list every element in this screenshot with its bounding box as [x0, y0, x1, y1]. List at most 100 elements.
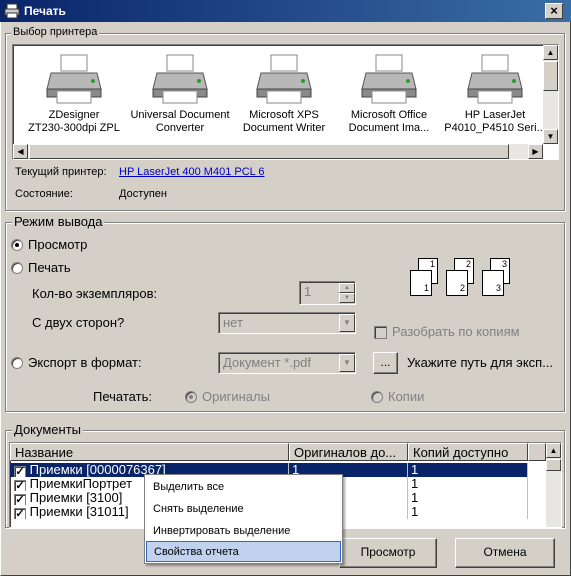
duplex-select[interactable]: нет	[218, 312, 356, 334]
copies-option-radio[interactable]	[371, 391, 383, 403]
printer-icon	[4, 3, 20, 19]
title-bar: Печать ×	[0, 0, 571, 22]
close-icon: ×	[550, 3, 558, 18]
copies-cell: 1	[408, 505, 528, 519]
arrow-up-icon: ▲	[549, 446, 558, 455]
documents-scroll-thumb[interactable]	[546, 459, 561, 471]
state-label: Состояние:	[15, 188, 73, 200]
printer-name-line1: HP LaserJet	[464, 109, 526, 121]
close-button[interactable]: ×	[545, 3, 563, 19]
collate-checkbox[interactable]	[374, 326, 387, 339]
output-mode-title: Режим вывода	[12, 214, 105, 229]
collate-page-front: 3	[482, 270, 504, 296]
document-name: Приемки [31011]	[29, 505, 129, 519]
arrow-up-icon: ▲	[546, 48, 555, 57]
row-checkbox[interactable]: ✓	[14, 480, 26, 491]
print-radio[interactable]	[11, 262, 23, 274]
copies-cell: 1	[408, 477, 528, 491]
vertical-scroll-thumb[interactable]	[543, 61, 558, 91]
copies-cell: 1	[408, 491, 528, 505]
current-printer-link[interactable]: HP LaserJet 400 M401 PCL 6	[119, 166, 265, 178]
preview-button[interactable]: Просмотр	[339, 538, 437, 568]
printer-name-line2: Converter	[155, 122, 205, 134]
copies-label: Кол-во экземпляров:	[32, 286, 158, 301]
column-header-originals[interactable]: Оригиналов до...	[289, 443, 408, 461]
arrow-down-icon: ▼	[546, 132, 555, 141]
context-menu: Выделить все Снять выделение Инвертирова…	[144, 474, 343, 564]
printer-name-line2: Document Writer	[242, 122, 326, 134]
collate-label: Разобрать по копиям	[392, 324, 520, 339]
print-what-label: Печатать:	[93, 389, 152, 404]
export-path-hint: Укажите путь для эксп...	[407, 355, 554, 370]
column-header-filler	[528, 443, 546, 461]
collate-page-number: 1	[429, 259, 435, 269]
printer-group-title: Выбор принтера	[11, 26, 100, 38]
printer-name-line2: P4010_P4510 Seri...	[444, 122, 546, 134]
collate-page-number: 1	[423, 283, 429, 293]
export-format-dropdown-button[interactable]: ▼	[339, 354, 355, 372]
scroll-left-button[interactable]: ◀	[13, 144, 28, 159]
collate-page-front: 1	[410, 270, 432, 296]
collate-page-number: 3	[495, 283, 501, 293]
current-printer-label: Текущий принтер:	[15, 166, 107, 178]
export-format-select[interactable]: Документ *.pdf	[218, 352, 356, 374]
collate-page-number: 2	[465, 259, 471, 269]
state-value: Доступен	[119, 188, 168, 200]
originals-radio[interactable]	[185, 391, 197, 403]
printer-item[interactable]: Universal Document Converter	[126, 53, 234, 135]
scroll-down-button[interactable]: ▼	[543, 129, 558, 144]
printer-icon	[361, 54, 417, 104]
row-checkbox[interactable]: ✓	[14, 466, 26, 477]
preview-radio[interactable]	[11, 239, 23, 251]
chevron-down-icon: ▼	[343, 318, 351, 327]
chevron-down-icon: ▼	[343, 358, 351, 367]
arrow-right-icon: ▶	[532, 147, 539, 156]
printer-item[interactable]: HP LaserJet P4010_P4510 Seri...	[441, 53, 549, 135]
printer-item[interactable]: Microsoft Office Document Ima...	[335, 53, 443, 135]
collate-page-number: 3	[501, 259, 507, 269]
menu-item-deselect[interactable]: Снять выделение	[146, 499, 341, 520]
horizontal-scroll-thumb[interactable]	[29, 144, 509, 159]
export-radio[interactable]	[11, 357, 23, 369]
copies-down-button[interactable]: ▼	[339, 293, 355, 303]
duplex-dropdown-button[interactable]: ▼	[339, 314, 355, 332]
copies-up-button[interactable]: ▲	[339, 283, 355, 293]
copies-option-label: Копии	[388, 389, 425, 404]
printer-name-line1: ZDesigner	[48, 109, 100, 121]
print-radio-label[interactable]: Печать	[28, 260, 71, 275]
arrow-left-icon: ◀	[17, 147, 24, 156]
printer-name-line1: Universal Document	[130, 109, 230, 121]
menu-item-report-properties[interactable]: Свойства отчета	[146, 541, 341, 562]
cancel-button[interactable]: Отмена	[455, 538, 555, 568]
printer-item[interactable]: ZDesigner ZT230-300dpi ZPL	[20, 53, 128, 135]
collate-page-front: 2	[446, 270, 468, 296]
printer-item[interactable]: Microsoft XPS Document Writer	[230, 53, 338, 135]
menu-item-invert[interactable]: Инвертировать выделение	[146, 521, 341, 542]
document-name: ПриемкиПортрет	[29, 477, 133, 491]
printer-name-line1: Microsoft XPS	[249, 109, 319, 121]
preview-radio-label[interactable]: Просмотр	[28, 237, 87, 252]
column-header-name[interactable]: Название	[10, 443, 289, 461]
duplex-label: С двух сторон?	[32, 315, 125, 330]
column-header-copies[interactable]: Копий доступно	[408, 443, 528, 461]
printer-icon	[46, 54, 102, 104]
browse-button[interactable]: ...	[373, 352, 398, 374]
printer-icon	[467, 54, 523, 104]
printer-name-line1: Microsoft Office	[350, 109, 428, 121]
row-checkbox[interactable]: ✓	[14, 508, 26, 519]
printer-icon	[152, 54, 208, 104]
row-checkbox[interactable]: ✓	[14, 494, 26, 505]
documents-title: Документы	[12, 422, 84, 437]
arrow-up-icon: ▲	[344, 285, 350, 291]
export-radio-label[interactable]: Экспорт в формат:	[28, 355, 142, 370]
collate-page-number: 2	[459, 283, 465, 293]
copies-value: 1	[304, 284, 312, 299]
printer-name-line2: ZT230-300dpi ZPL	[28, 122, 120, 134]
printer-list[interactable]: ZDesigner ZT230-300dpi ZPL Universal Docum…	[12, 44, 559, 160]
originals-label: Оригиналы	[202, 389, 270, 404]
scroll-right-button[interactable]: ▶	[528, 144, 543, 159]
duplex-value: нет	[223, 315, 243, 330]
menu-item-select-all[interactable]: Выделить все	[146, 477, 341, 498]
documents-scroll-up[interactable]: ▲	[546, 443, 561, 458]
scroll-up-button[interactable]: ▲	[543, 45, 558, 60]
